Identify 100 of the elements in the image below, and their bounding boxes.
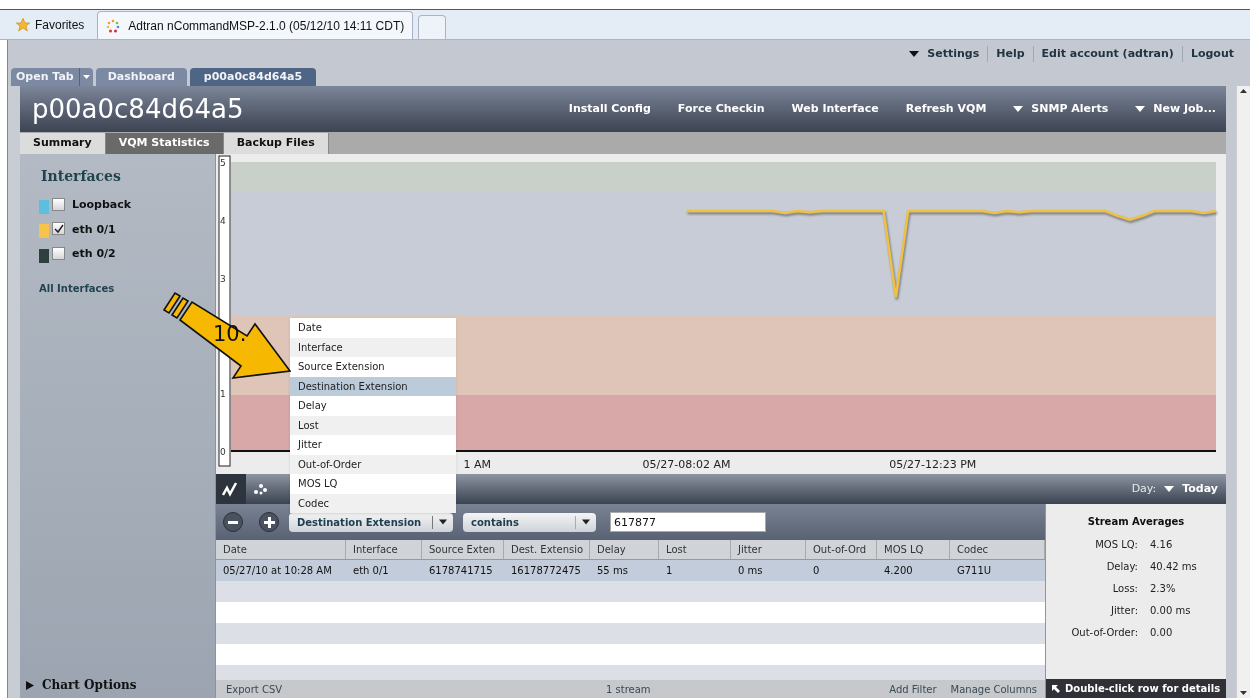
scroll-down-icon: [1240, 691, 1247, 695]
average-label: MOS LQ:: [1094, 538, 1138, 552]
checkbox[interactable]: [52, 246, 65, 260]
column-header[interactable]: Source Exten: [422, 540, 504, 559]
dropdown-option[interactable]: Lost: [290, 415, 456, 435]
field-select[interactable]: Destination Extension: [289, 512, 453, 532]
scrollbar[interactable]: [1236, 86, 1250, 698]
y-tick-label: 5: [220, 158, 226, 168]
dropdown-option[interactable]: Jitter: [290, 435, 456, 455]
table-cell-text: 4.200: [883, 564, 914, 578]
scroll-up-icon: [1240, 89, 1247, 93]
dropdown-option[interactable]: Delay: [290, 396, 456, 416]
table-cell-text: 0 ms: [737, 564, 764, 578]
column-header[interactable]: Delay: [590, 540, 659, 559]
column-header[interactable]: Jitter: [731, 540, 806, 559]
top-link[interactable]: Edit account (adtran): [1041, 45, 1174, 63]
header-dropdown[interactable]: New Job...: [1135, 100, 1216, 118]
scatter-icon: [253, 483, 269, 495]
table-cell-text: 0: [812, 564, 821, 578]
caret-icon: [1164, 486, 1175, 492]
dropdown-option[interactable]: Date: [290, 318, 456, 338]
caret-icon: [82, 74, 90, 80]
minus-icon: [228, 520, 238, 524]
caret-icon: [909, 51, 920, 57]
y-tick-label: 4: [220, 215, 226, 226]
column-header[interactable]: MOS LQ: [877, 540, 950, 559]
y-tick-label: 0: [220, 447, 226, 457]
x-tick-label: 05/27-12:23 PM: [889, 458, 977, 471]
annotation-number: 10.: [213, 324, 247, 345]
arrow-up-left-icon: [1051, 683, 1061, 694]
average-value: 0.00: [1150, 626, 1173, 640]
line-chart-icon: [222, 481, 240, 497]
operator-select[interactable]: contains: [463, 512, 596, 532]
chart-options-toggle[interactable]: Chart Options: [42, 676, 137, 694]
day-selector[interactable]: Today: [1182, 480, 1218, 498]
sidebar-title: Interfaces: [41, 167, 122, 186]
dropdown-option[interactable]: Source Extension: [290, 357, 456, 377]
checkmark-icon: [53, 223, 64, 234]
add-filter-link[interactable]: Add Filter: [889, 681, 937, 697]
favorites-button[interactable]: Favorites: [7, 11, 93, 39]
remove-filter-button[interactable]: [223, 512, 243, 532]
header-action[interactable]: Force Checkin: [677, 100, 765, 118]
average-value: 2.3%: [1150, 582, 1176, 596]
header-action[interactable]: Refresh VQM: [905, 100, 987, 118]
sub-tab[interactable]: Summary: [20, 133, 106, 154]
column-header[interactable]: Dest. Extensio: [504, 540, 590, 559]
y-tick-label: 3: [220, 273, 226, 284]
average-value: 4.16: [1150, 538, 1173, 552]
export-csv-link[interactable]: Export CSV: [216, 681, 606, 697]
table-cell-text: 16178772475: [510, 564, 582, 578]
add-filter-button[interactable]: [259, 512, 279, 532]
app-tab[interactable]: p00a0c84d64a5: [189, 68, 317, 86]
interface-label: Loopback: [72, 197, 132, 213]
column-header[interactable]: Interface: [346, 540, 422, 559]
line-chart-button[interactable]: [216, 474, 246, 504]
interface-label: eth 0/1: [72, 221, 116, 238]
stream-count: 1 stream: [606, 682, 652, 697]
manage-columns-link[interactable]: Manage Columns: [950, 681, 1045, 697]
dropdown-option[interactable]: MOS LQ: [290, 474, 456, 494]
column-header[interactable]: Lost: [659, 540, 731, 559]
top-link[interactable]: Logout: [1190, 45, 1234, 63]
device-title: p00a0c84d64a5: [32, 92, 244, 126]
column-header[interactable]: Out-of-Ord: [806, 540, 877, 559]
average-label: Loss:: [1111, 582, 1138, 596]
averages-title: Stream Averages: [1086, 515, 1186, 529]
column-header[interactable]: Date: [216, 540, 346, 559]
top-link[interactable]: Help: [996, 45, 1025, 63]
average-value: 40.42 ms: [1150, 560, 1197, 574]
average-value: 0.00 ms: [1150, 604, 1191, 618]
dropdown-option[interactable]: Interface: [290, 337, 456, 357]
filter-value-field[interactable]: 617877: [610, 512, 766, 532]
checkbox[interactable]: [52, 197, 65, 211]
browser-tab[interactable]: Adtran nCommandMSP-2.1.0 (05/12/10 14:11 CDT): [97, 11, 414, 39]
checkbox[interactable]: [52, 222, 65, 235]
average-label: Out-of-Order:: [1070, 626, 1138, 640]
x-tick-label: 1 AM: [463, 458, 491, 471]
dropdown-link[interactable]: Settings: [909, 45, 980, 63]
x-tick-label: 05/27-08:02 AM: [642, 458, 731, 471]
header-dropdown[interactable]: SNMP Alerts: [1013, 100, 1109, 118]
average-label: Delay:: [1105, 560, 1138, 574]
caret-icon: [1135, 106, 1146, 112]
interface-label: eth 0/2: [72, 246, 116, 262]
hint-text: Double-click row for details: [1065, 682, 1221, 696]
day-label: Day:: [1131, 480, 1157, 497]
sub-tab[interactable]: VQM Statistics: [105, 133, 224, 154]
dropdown-option[interactable]: Out-of-Order: [290, 454, 456, 474]
caret-icon: [1013, 106, 1024, 112]
header-action[interactable]: Install Config: [568, 100, 651, 118]
table-cell-text: 6178741715: [428, 564, 494, 578]
sub-tab[interactable]: Backup Files: [223, 133, 329, 154]
expand-icon: [26, 680, 34, 690]
header-action[interactable]: Web Interface: [791, 100, 879, 118]
dropdown-option[interactable]: Destination Extension: [290, 376, 456, 396]
all-interfaces-link[interactable]: All Interfaces: [39, 280, 215, 296]
caret-icon: [582, 519, 590, 525]
average-label: Jitter:: [1109, 604, 1138, 618]
table-row[interactable]: 05/27/10 at 10:28 AM eth 0/1 6178741715 16178772475 55 ms 1 0 ms 0 4.200 G711U: [216, 560, 1045, 581]
dropdown-option[interactable]: Codec: [290, 493, 456, 513]
caret-icon: [439, 519, 447, 525]
table-cell-text: 55 ms: [596, 564, 629, 578]
